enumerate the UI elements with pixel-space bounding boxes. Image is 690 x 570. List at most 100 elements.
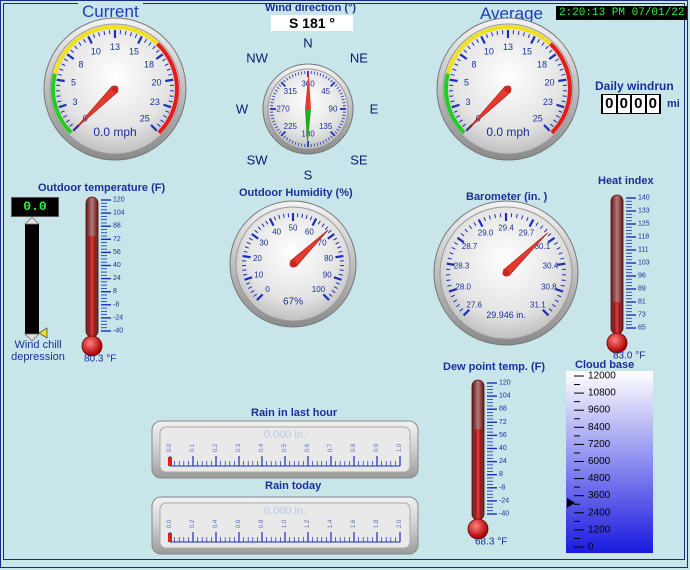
rain-today-level [168,533,172,542]
compass-point-W: W [236,102,249,117]
heat-index-scale-label: 103 [638,260,650,267]
barometer-tick-label: 28.3 [454,261,470,270]
wind-average-tick-label: 10 [484,47,494,57]
barometer-tick [557,262,566,266]
rain-hour-tick-label: 0.4 [259,443,265,452]
wind-average-tick-label: 5 [464,77,469,87]
windrun-unit: mi [667,98,680,110]
humidity-tick [335,254,344,259]
dew-point-scale-label: -8 [499,484,505,491]
rain-hour-title: Rain in last hour [251,407,338,419]
heat-index-mercury [613,302,621,334]
heat-index-scale-label: 140 [638,195,650,202]
wind-average-tick-label: 23 [543,97,553,107]
dew-point-scale-label: 24 [499,458,507,465]
heat-index-scale-label: 89 [638,286,646,293]
wind-current-tick-label: 20 [151,77,161,87]
rain-hour-tick-label: 0.7 [328,443,334,452]
barometer-tick-label: 30.8 [541,282,557,291]
rain-today-tick-label: 0.6 [236,519,242,528]
rain-today-title: Rain today [265,480,322,492]
cloud-base-title: Cloud base [575,359,635,371]
rain-today-tick-label: 1.2 [305,519,311,528]
rain-today-tick-label: 0.4 [213,519,219,528]
barometer-tick [561,279,566,282]
humidity-tick [339,269,344,271]
wind-average-tick [449,78,458,83]
rain-hour-readout: 0.000 in. [264,429,306,441]
compass-tick [313,143,315,147]
rain-hour-tick-label: 0.2 [213,443,219,452]
dew-point-scale-label: -40 [499,511,509,518]
compass-point-N: N [303,36,312,51]
outdoor-temp-scale-label: 24 [113,275,121,282]
humidity-tick-label: 60 [305,227,314,236]
outdoor-temp-scale-label: 120 [113,197,125,204]
rain-hour-tick-label: 0.0 [167,443,173,452]
wind-chill-label: Wind chill depression [11,339,65,363]
heat-index-scale-label: 118 [638,234,649,241]
outdoor-temp-mercury [88,236,96,337]
humidity-tick-label: 50 [289,224,298,233]
cloud-base-label: 0 [588,542,594,553]
humidity-tick-label: 30 [259,238,268,247]
outdoor-temp-scale-label: 56 [113,249,121,256]
humidity-tick-label: 10 [254,271,263,280]
rain-today-tick-label: 0.8 [259,519,265,528]
rain-today-tick-label: 1.4 [328,519,334,528]
wind-average-tick-label: 8 [472,59,477,69]
wind-chill-display: 0.0 [11,197,59,217]
outdoor-temp-scale-label: 72 [113,236,121,243]
wind-average-tick-label: 13 [503,42,513,52]
compass-dial-label: 90 [329,105,338,114]
outdoor-temp-readout: 80.3 °F [84,354,116,365]
compass-point-E: E [370,102,379,117]
heat-index-title: Heat index [598,175,654,187]
dew-point-scale-label: 8 [499,471,503,478]
barometer-tick-label: 31.1 [530,300,546,309]
heat-index-scale-label: 81 [638,299,646,306]
compass-dial-label: 270 [276,105,290,114]
wind-current-readout: 0.0 mph [93,125,136,139]
heat-index-scale-label: 73 [638,312,646,319]
barometer-needle-hub [502,269,510,277]
wind-average-tick-label: 18 [537,59,547,69]
compass-point-S: S [304,168,313,183]
humidity-tick [242,269,247,271]
dew-point-readout: 68.3 °F [475,537,507,548]
wind-current-tick-label: 25 [140,114,150,124]
barometer-readout: 29.946 in. [486,310,526,320]
rain-hour-tick-label: 1.0 [397,443,403,452]
barometer-title: Barometer (in. ) [466,191,548,203]
dew-point-scale-label: -24 [499,497,509,504]
wind-current-tick-label: 13 [110,42,120,52]
rain-hour-tick-label: 0.9 [374,443,380,452]
rain-today-readout: 0.000 in. [264,505,306,517]
cloud-base-label: 7200 [588,439,611,450]
wind-current-tick [56,78,65,83]
wind-current-tick-label: 15 [129,47,139,57]
humidity-tick-label: 0 [265,285,270,294]
dew-point-scale-label: 120 [499,380,511,387]
cloud-base-label: 4800 [588,473,611,484]
barometer-tick-label: 29.7 [519,228,535,237]
compass-point-NE: NE [350,51,368,66]
windrun-digit: 0 [632,95,645,113]
rain-hour-tick-label: 0.8 [351,443,357,452]
windrun-digit: 0 [603,95,616,113]
compass-tick [313,71,315,75]
heat-index-scale-label: 96 [638,273,646,280]
compass-tick [301,71,303,75]
rain-hour-tick-label: 0.1 [190,443,196,452]
wind-chill-pointer [38,327,48,339]
wind-chill-up-arrow [24,216,40,225]
rain-today-tick-label: 1.6 [351,519,357,528]
windrun-digit: 0 [646,95,659,113]
barometer-tick-label: 30.4 [543,261,559,270]
dew-point-scale-label: 72 [499,419,507,426]
barometer-tick-label: 28.7 [462,242,478,251]
dew-point-scale-label: 88 [499,406,507,413]
gauge-layer: 0358101315182023250.0 mph035810131518202… [24,17,653,555]
humidity-needle-hub [289,260,297,268]
compass-point-NW: NW [246,51,268,66]
